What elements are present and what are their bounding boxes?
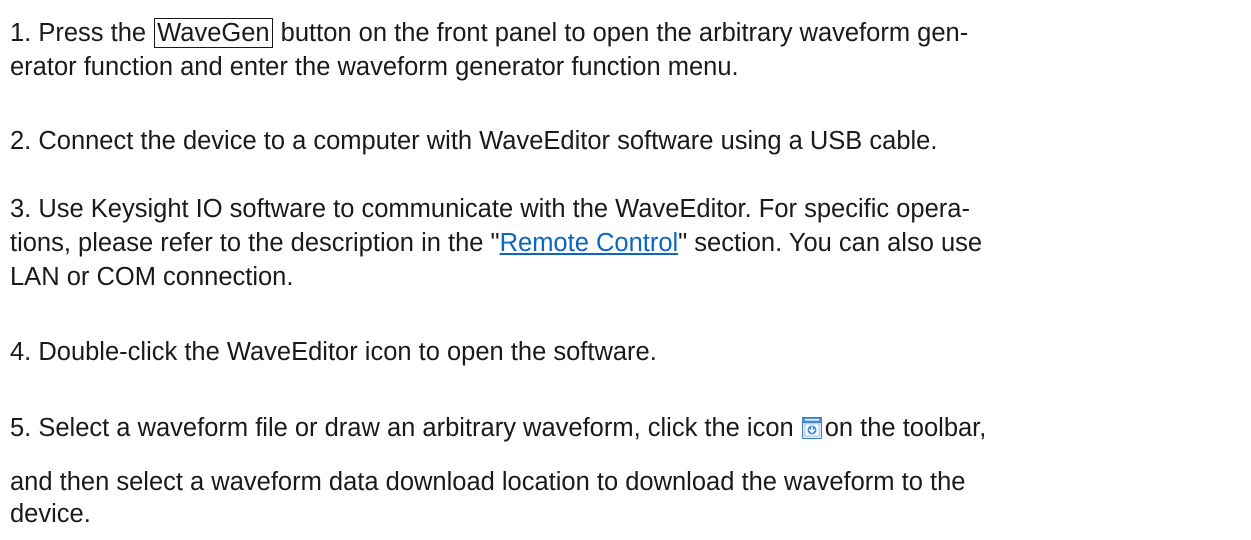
step-5-line2: and then select a waveform data download… (10, 468, 966, 496)
step-4: 4. Double-click the WaveEditor icon to o… (10, 335, 657, 369)
step-2-text: 2. Connect the device to a computer with… (10, 127, 938, 155)
step-3: 3. Use Keysight IO software to communica… (10, 192, 982, 294)
step-5-line3: device. (10, 500, 91, 528)
step-5-rest: and then select a waveform data download… (10, 466, 965, 530)
step-1-line2: erator function and enter the waveform g… (10, 53, 739, 81)
step-4-text: 4. Double-click the WaveEditor icon to o… (10, 338, 657, 366)
step-2: 2. Connect the device to a computer with… (10, 124, 937, 158)
step-1-prefix: 1. Press the (10, 19, 154, 47)
step-5-after-icon: on the toolbar, (824, 414, 987, 442)
step-3-line1: 3. Use Keysight IO software to communica… (10, 195, 970, 223)
step-3-line2-suffix: " section. You can also use (678, 229, 983, 257)
remote-control-link[interactable]: Remote Control (500, 229, 679, 257)
step-1: 1. Press the WaveGen button on the front… (10, 16, 968, 84)
step-1-line1-rest: button on the front panel to open the ar… (273, 19, 969, 47)
step-3-line2-prefix: tions, please refer to the description i… (10, 229, 500, 257)
step-5-line1: 5. Select a waveform file or draw an arb… (10, 408, 986, 448)
step-3-line3: LAN or COM connection. (10, 263, 294, 291)
download-to-device-icon (801, 411, 822, 439)
step-5-prefix: 5. Select a waveform file or draw an arb… (10, 414, 794, 442)
wavegen-key-label: WaveGen (154, 18, 273, 48)
